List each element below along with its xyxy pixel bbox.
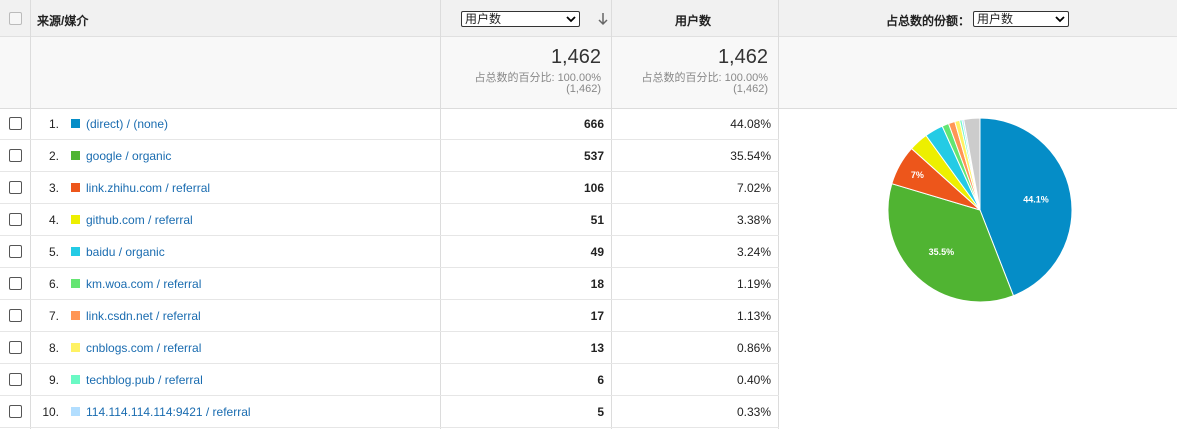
- source-link[interactable]: km.woa.com / referral: [86, 277, 201, 291]
- row-checkbox[interactable]: [9, 117, 22, 130]
- source-link[interactable]: link.csdn.net / referral: [86, 309, 201, 323]
- color-swatch: [71, 375, 80, 384]
- table-row: 5. baidu / organic 49 3.24%: [0, 236, 779, 268]
- chevron-down-icon: [566, 16, 576, 23]
- color-swatch: [71, 151, 80, 160]
- users-value: 49: [590, 245, 604, 259]
- users-value: 51: [590, 213, 604, 227]
- pie-slice-label: 7%: [911, 170, 924, 180]
- source-link[interactable]: github.com / referral: [86, 213, 193, 227]
- row-checkbox[interactable]: [9, 213, 22, 226]
- users-pct: 3.24%: [736, 245, 771, 259]
- table-row: 6. km.woa.com / referral 18 1.19%: [0, 268, 779, 300]
- table-row: 4. github.com / referral 51 3.38%: [0, 204, 779, 236]
- table-row: 8. cnblogs.com / referral 13 0.86%: [0, 332, 779, 364]
- users-pct: 1.19%: [736, 277, 771, 291]
- source-medium-header[interactable]: 来源/媒介: [37, 12, 88, 29]
- users-col-header[interactable]: 用户数: [675, 12, 711, 29]
- row-number: 10.: [42, 405, 59, 419]
- metric-select[interactable]: 用户数: [461, 11, 580, 27]
- summary-total-2: 1,462: [717, 46, 768, 68]
- table-row: 10. 114.114.114.114:9421 / referral 5 0.33%: [0, 396, 779, 428]
- color-swatch: [71, 407, 80, 416]
- users-value: 666: [583, 117, 604, 131]
- row-number: 4.: [48, 213, 59, 227]
- color-swatch: [71, 183, 80, 192]
- color-swatch: [71, 215, 80, 224]
- row-checkbox[interactable]: [9, 341, 22, 354]
- select-all-checkbox[interactable]: [9, 12, 22, 25]
- table-row: 7. link.csdn.net / referral 17 1.13%: [0, 300, 779, 332]
- metric-select-value: 用户数: [465, 12, 502, 26]
- source-link[interactable]: (direct) / (none): [86, 117, 168, 131]
- source-link[interactable]: google / organic: [86, 149, 171, 163]
- row-number: 8.: [48, 341, 59, 355]
- users-value: 17: [590, 309, 604, 323]
- row-number: 1.: [48, 117, 59, 131]
- users-value: 537: [583, 149, 604, 163]
- pie-slice-label: 35.5%: [929, 247, 955, 257]
- users-value: 5: [597, 405, 604, 419]
- share-label: 占总数的份额：: [886, 14, 971, 28]
- users-pct: 0.86%: [736, 341, 771, 355]
- users-pct: 0.40%: [736, 373, 771, 387]
- row-checkbox[interactable]: [9, 149, 22, 162]
- users-pct: 44.08%: [730, 117, 771, 131]
- color-swatch: [71, 279, 80, 288]
- users-value: 18: [590, 277, 604, 291]
- color-swatch: [71, 311, 80, 320]
- row-checkbox[interactable]: [9, 373, 22, 386]
- share-select-value: 用户数: [977, 12, 1014, 26]
- source-link[interactable]: cnblogs.com / referral: [86, 341, 201, 355]
- row-number: 5.: [48, 245, 59, 259]
- row-number: 9.: [48, 373, 59, 387]
- users-pct: 0.33%: [736, 405, 771, 419]
- color-swatch: [71, 247, 80, 256]
- color-swatch: [71, 119, 80, 128]
- sort-desc-arrow-icon[interactable]: [597, 12, 609, 26]
- row-checkbox[interactable]: [9, 277, 22, 290]
- row-number: 6.: [48, 277, 59, 291]
- row-checkbox[interactable]: [9, 405, 22, 418]
- summary-paren-2: (1,462): [733, 83, 768, 95]
- source-link[interactable]: link.zhihu.com / referral: [86, 181, 210, 195]
- table-row: 9. techblog.pub / referral 6 0.40%: [0, 364, 779, 396]
- summary-total-1: 1,462: [550, 46, 601, 68]
- share-metric-select[interactable]: 用户数: [973, 11, 1069, 27]
- color-swatch: [71, 343, 80, 352]
- table-row: 2. google / organic 537 35.54%: [0, 140, 779, 172]
- row-checkbox[interactable]: [9, 309, 22, 322]
- share-pie-chart: 44.1% 35.5% 7%: [887, 118, 1073, 303]
- summary-paren-1: (1,462): [566, 83, 601, 95]
- users-pct: 1.13%: [736, 309, 771, 323]
- row-checkbox[interactable]: [9, 181, 22, 194]
- report-table: 来源/媒介 用户数 用户数 占总数的份额： 用户数 1,462 占总数的百分比:…: [0, 0, 1177, 429]
- row-number: 2.: [48, 149, 59, 163]
- chevron-down-icon: [1055, 16, 1065, 23]
- row-number: 3.: [48, 181, 59, 195]
- table-row: 3. link.zhihu.com / referral 106 7.02%: [0, 172, 779, 204]
- source-link[interactable]: baidu / organic: [86, 245, 165, 259]
- users-pct: 3.38%: [736, 213, 771, 227]
- source-link[interactable]: techblog.pub / referral: [86, 373, 203, 387]
- table-row: 1. (direct) / (none) 666 44.08%: [0, 108, 779, 140]
- source-link[interactable]: 114.114.114.114:9421 / referral: [86, 405, 251, 419]
- users-value: 6: [597, 373, 604, 387]
- pie-slice-label: 44.1%: [1023, 194, 1049, 204]
- row-number: 7.: [48, 309, 59, 323]
- users-value: 13: [590, 341, 604, 355]
- users-pct: 7.02%: [736, 181, 771, 195]
- users-pct: 35.54%: [730, 149, 771, 163]
- row-checkbox[interactable]: [9, 245, 22, 258]
- users-value: 106: [583, 181, 604, 195]
